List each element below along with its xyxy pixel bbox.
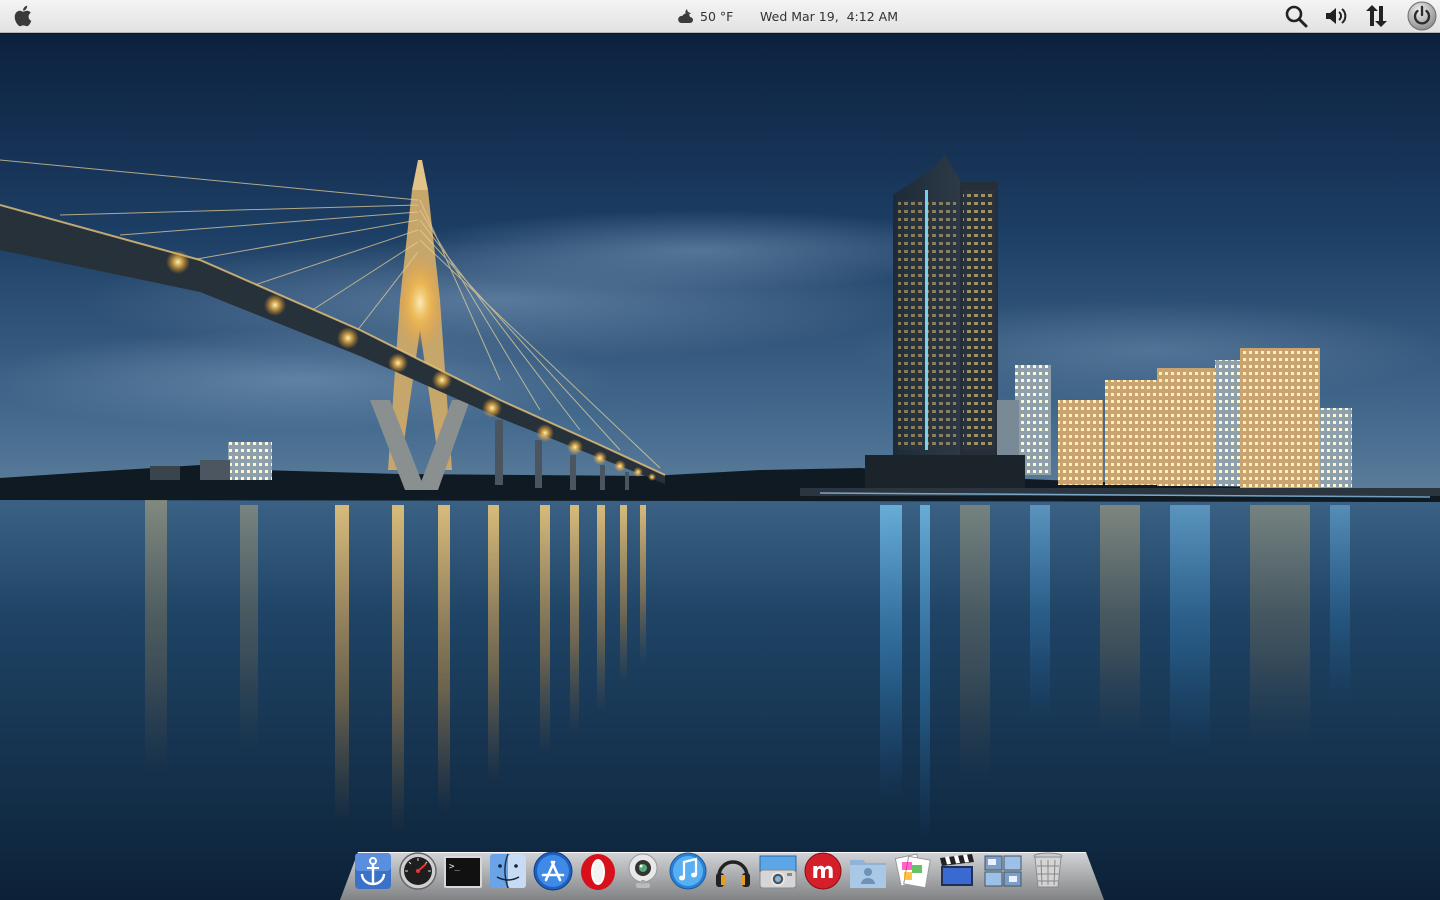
network-icon: [1366, 5, 1387, 27]
dock-webcam[interactable]: [622, 844, 664, 892]
dock-itunes[interactable]: [667, 844, 709, 892]
dock-finder[interactable]: [487, 844, 529, 892]
clock-datetime[interactable]: Wed Mar 19, 4:12 AM: [760, 0, 898, 32]
dock-anchor[interactable]: [352, 844, 394, 892]
dock-user-folder[interactable]: [847, 844, 889, 892]
search-button[interactable]: [1282, 3, 1310, 29]
dock-terminal[interactable]: >_: [442, 844, 484, 892]
terminal-prompt: >_: [449, 862, 460, 872]
anchor-icon: [355, 853, 391, 889]
dock-preview[interactable]: [892, 844, 934, 892]
webcam-icon: [628, 853, 658, 888]
finder-icon: [490, 853, 526, 889]
miro-icon: m: [804, 852, 842, 890]
volume-button[interactable]: [1322, 3, 1350, 29]
cloudy-night-icon: [678, 9, 693, 23]
dock-system-monitor[interactable]: [397, 844, 439, 892]
apple-menu-button[interactable]: [8, 3, 38, 29]
miro-letter: m: [812, 859, 835, 884]
dock-trash[interactable]: [1027, 844, 1069, 892]
power-icon: [1407, 1, 1437, 31]
search-icon: [1285, 5, 1308, 28]
weather-temperature: 50 °F: [700, 8, 734, 24]
network-button[interactable]: [1362, 3, 1390, 29]
terminal-icon: >_: [444, 856, 482, 888]
headphones-icon: [716, 860, 750, 887]
power-button[interactable]: [1406, 1, 1438, 31]
music-note-icon: [669, 852, 707, 890]
photos-icon: [894, 853, 931, 889]
camera-icon: [759, 855, 797, 889]
dock-image-viewer[interactable]: [757, 844, 799, 892]
dock-miro[interactable]: m: [802, 844, 844, 892]
desktop[interactable]: 50 °F Wed Mar 19, 4:12 AM >_ m: [0, 0, 1440, 900]
wallpaper-city-bridge-night: [0, 0, 1440, 900]
opera-icon: [581, 854, 615, 890]
dock-video-editor[interactable]: [937, 844, 979, 892]
dock: >_ m: [352, 842, 1069, 892]
weather-indicator[interactable]: 50 °F: [676, 0, 733, 32]
gauge-icon: [399, 852, 437, 890]
dock-workspaces[interactable]: [982, 844, 1024, 892]
dock-headphones[interactable]: [712, 844, 754, 892]
dock-opera[interactable]: [577, 844, 619, 892]
app-store-icon: [533, 851, 573, 891]
top-panel: 50 °F Wed Mar 19, 4:12 AM: [0, 0, 1440, 33]
apple-logo-icon: [14, 5, 32, 27]
trash-icon: [1033, 852, 1063, 888]
workspaces-icon: [984, 855, 1022, 887]
volume-icon: [1326, 8, 1347, 24]
clock-text: Wed Mar 19, 4:12 AM: [760, 8, 898, 24]
folder-user-icon: [850, 860, 886, 888]
clapperboard-icon: [940, 854, 974, 886]
dock-app-store[interactable]: [532, 844, 574, 892]
